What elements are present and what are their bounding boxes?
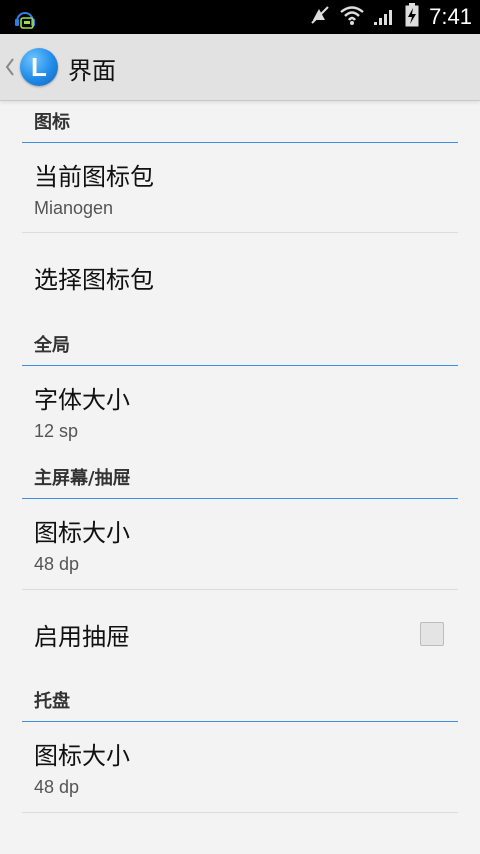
pref-value: 48 dp [34,554,80,574]
pref-title: 当前图标包 [34,162,154,191]
section-header-label: 图标 [34,112,70,133]
pref-tray-icon-size[interactable]: 图标大小 48 dp [22,722,458,813]
pref-enable-drawer[interactable]: 启用抽屉 [22,590,458,678]
status-time: 7:41 [429,4,472,29]
section-header-label: 主屏幕/抽屉 [34,468,131,489]
enable-drawer-checkbox[interactable] [420,622,444,646]
pref-title: 选择图标包 [34,265,154,294]
pref-choose-icon-pack[interactable]: 选择图标包 [22,233,458,321]
section-header-icons: 图标 [22,101,458,143]
back-chevron-icon[interactable] [4,56,16,78]
page-title: 界面 [68,57,116,85]
action-bar: L 界面 [0,34,480,101]
pref-title: 启用抽屉 [34,622,130,651]
pref-value: 48 dp [34,777,80,797]
battery-charging-icon [405,3,419,31]
status-bar: 7:41 [0,0,480,34]
wifi-icon [339,4,365,30]
section-header-tray: 托盘 [22,678,458,722]
pref-title: 图标大小 [34,742,130,770]
signal-icon [373,4,397,30]
app-logo[interactable]: L [20,48,58,86]
pref-title: 字体大小 [34,386,130,414]
pref-value: Mianogen [34,197,114,218]
preference-list: 图标 当前图标包 Mianogen 选择图标包 全局 字体大小 12 sp 主屏… [0,101,480,813]
section-header-homescreen: 主屏幕/抽屉 [22,456,458,499]
section-header-global: 全局 [22,321,458,366]
section-header-label: 托盘 [34,691,70,712]
muted-icon [309,4,331,30]
pref-homescreen-icon-size[interactable]: 图标大小 48 dp [22,499,458,590]
app-logo-letter: L [31,51,47,82]
pref-current-icon-pack[interactable]: 当前图标包 Mianogen [22,143,458,233]
pref-font-size[interactable]: 字体大小 12 sp [22,366,458,456]
pref-value: 12 sp [34,421,79,441]
pref-title: 图标大小 [34,519,130,547]
section-header-label: 全局 [34,335,70,356]
notification-icon [12,4,38,30]
